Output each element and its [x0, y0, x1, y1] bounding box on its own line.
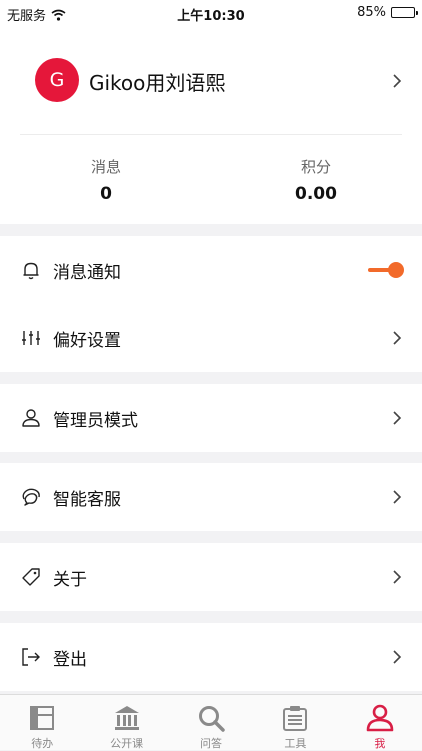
menu-label: 关于 — [53, 570, 87, 590]
avatar: G — [35, 58, 79, 102]
chevron-right-icon — [393, 74, 402, 88]
chevron-right-icon — [393, 650, 402, 664]
todo-icon — [30, 706, 55, 730]
stat-messages[interactable]: 消息 0 — [36, 156, 176, 204]
person-icon — [22, 409, 40, 427]
chat-bubbles-icon — [22, 488, 40, 506]
menu-item-admin-mode[interactable]: 管理员模式 — [0, 384, 422, 452]
menu-label: 智能客服 — [53, 490, 121, 510]
search-icon — [199, 706, 225, 732]
notifications-toggle[interactable] — [368, 259, 404, 281]
menu-label: 登出 — [53, 650, 87, 670]
menu-item-logout[interactable]: 登出 — [0, 623, 422, 691]
toggle-knob — [388, 262, 404, 278]
tab-qa[interactable]: 问答 — [169, 695, 253, 750]
tab-me[interactable]: 我 — [338, 695, 422, 750]
profile-name: Gikoo用刘语熙 — [89, 71, 226, 95]
menu-group-about: 关于 — [0, 543, 422, 611]
menu-item-notifications[interactable]: 消息通知 — [0, 236, 422, 304]
battery-icon — [391, 7, 418, 18]
profile-row[interactable]: G Gikoo用刘语熙 — [0, 52, 422, 110]
divider — [20, 134, 402, 135]
menu-group-logout: 登出 — [0, 623, 422, 691]
tab-label: 工具 — [284, 737, 307, 750]
menu-group-service: 智能客服 — [0, 463, 422, 531]
tab-label: 公开课 — [110, 737, 144, 750]
battery-percent: 85% — [357, 5, 386, 20]
menu-label: 管理员模式 — [53, 411, 138, 431]
tab-open-courses[interactable]: 公开课 — [84, 695, 168, 750]
stat-label: 积分 — [300, 158, 331, 176]
clipboard-icon — [283, 706, 308, 731]
menu-group-admin: 管理员模式 — [0, 384, 422, 452]
tab-label: 我 — [374, 737, 386, 750]
menu-label: 消息通知 — [53, 263, 121, 283]
tab-label: 问答 — [200, 737, 223, 750]
tab-todo[interactable]: 待办 — [0, 695, 84, 750]
menu-item-customer-service[interactable]: 智能客服 — [0, 463, 422, 531]
stat-label: 消息 — [90, 158, 121, 176]
building-icon — [114, 706, 139, 730]
status-right: 85% — [357, 5, 418, 20]
tag-icon — [22, 568, 40, 586]
menu-group-settings: 消息通知 偏好设置 — [0, 236, 422, 372]
chevron-right-icon — [393, 331, 402, 345]
sliders-icon — [22, 331, 40, 345]
stat-points[interactable]: 积分 0.00 — [246, 156, 386, 204]
chevron-right-icon — [393, 411, 402, 425]
stat-value: 0.00 — [295, 184, 337, 204]
menu-item-preferences[interactable]: 偏好设置 — [0, 304, 422, 372]
tab-label: 待办 — [31, 737, 54, 750]
menu-item-about[interactable]: 关于 — [0, 543, 422, 611]
logout-icon — [22, 648, 40, 666]
profile-card: G Gikoo用刘语熙 消息 0 积分 0.00 — [0, 26, 422, 224]
tab-tools[interactable]: 工具 — [253, 695, 337, 750]
bell-icon — [23, 262, 39, 280]
stat-value: 0 — [100, 184, 112, 204]
menu-label: 偏好设置 — [53, 331, 121, 351]
tab-bar: 待办 公开课 问答 工具 我 — [0, 694, 422, 750]
chevron-right-icon — [393, 570, 402, 584]
chevron-right-icon — [393, 490, 402, 504]
person-icon — [366, 704, 394, 732]
status-bar: 无服务 上午10:30 85% — [0, 0, 422, 26]
